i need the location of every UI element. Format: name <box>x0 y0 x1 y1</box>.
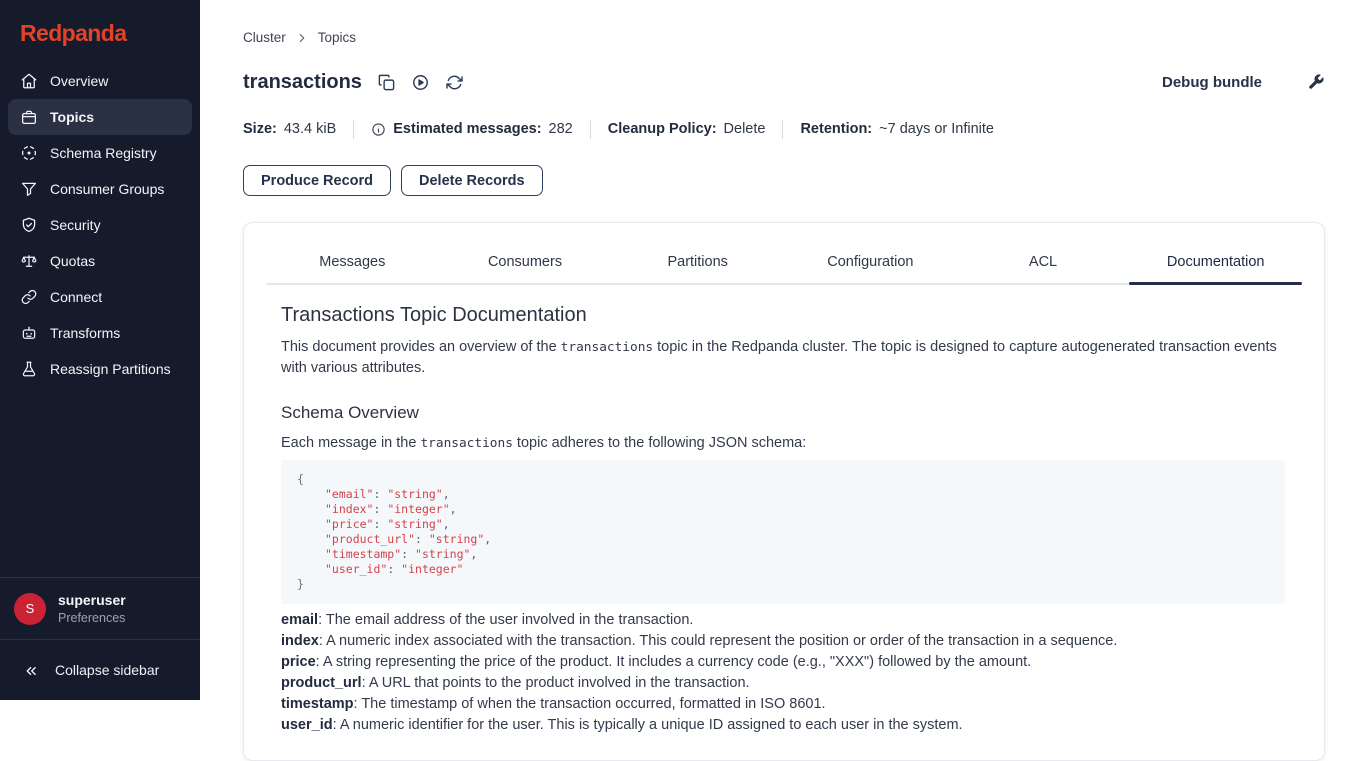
divider <box>353 120 354 139</box>
breadcrumb-cluster[interactable]: Cluster <box>243 30 286 45</box>
sidebar-item-transforms[interactable]: Transforms <box>8 315 192 351</box>
user-name: superuser <box>58 592 126 608</box>
field-row: price: A string representing the price o… <box>281 652 1285 673</box>
sidebar-item-label: Connect <box>50 289 102 305</box>
stat-retention: Retention: ~7 days or Infinite <box>800 121 994 137</box>
sidebar-item-label: Overview <box>50 73 108 89</box>
sidebar-item-overview[interactable]: Overview <box>8 63 192 99</box>
inline-code: transactions <box>420 436 512 451</box>
tab-acl[interactable]: ACL <box>957 243 1130 283</box>
collapse-sidebar-button[interactable]: Collapse sidebar <box>0 640 200 700</box>
sidebar-item-reassign-partitions[interactable]: Reassign Partitions <box>8 351 192 387</box>
stat-size: Size: 43.4 kiB <box>243 121 336 137</box>
inline-code: transactions <box>561 340 653 355</box>
chevron-right-icon <box>295 31 309 45</box>
breadcrumb: Cluster Topics <box>243 30 1325 45</box>
refresh-icon[interactable] <box>445 73 464 92</box>
sidebar-item-security[interactable]: Security <box>8 207 192 243</box>
copy-icon[interactable] <box>377 73 396 92</box>
documentation-panel: Transactions Topic Documentation This do… <box>244 285 1324 760</box>
schema-intro: Each message in the transactions topic a… <box>281 433 1285 454</box>
chevrons-left-icon <box>22 662 40 679</box>
shield-check-icon <box>20 216 38 234</box>
tab-partitions[interactable]: Partitions <box>611 243 784 283</box>
robot-icon <box>20 324 38 342</box>
field-row: user_id: A numeric identifier for the us… <box>281 715 1285 736</box>
topics-box-icon <box>20 108 38 126</box>
field-descriptions: email: The email address of the user inv… <box>281 610 1285 736</box>
play-circle-icon[interactable] <box>411 73 430 92</box>
wrench-icon[interactable] <box>1307 73 1325 91</box>
scales-icon <box>20 252 38 270</box>
schema-registry-icon <box>20 144 38 162</box>
redpanda-logo: Redpanda <box>0 0 200 47</box>
sidebar-item-label: Consumer Groups <box>50 181 164 197</box>
field-row: timestamp: The timestamp of when the tra… <box>281 694 1285 715</box>
preferences-link[interactable]: Preferences <box>58 611 126 625</box>
title-row: transactions Debug bundle <box>243 69 1325 95</box>
sidebar-item-quotas[interactable]: Quotas <box>8 243 192 279</box>
sidebar-item-connect[interactable]: Connect <box>8 279 192 315</box>
sidebar-item-consumer-groups[interactable]: Consumer Groups <box>8 171 192 207</box>
topic-stats: Size: 43.4 kiB Estimated messages: 282 C… <box>243 119 1325 139</box>
user-profile[interactable]: S superuser Preferences <box>0 578 200 639</box>
sidebar: Redpanda Overview Topics Schema Registry… <box>0 0 200 700</box>
field-row: email: The email address of the user inv… <box>281 610 1285 631</box>
sidebar-item-label: Topics <box>50 109 94 125</box>
schema-overview-heading: Schema Overview <box>281 401 1285 425</box>
sidebar-item-label: Schema Registry <box>50 145 157 161</box>
doc-title: Transactions Topic Documentation <box>281 301 1285 329</box>
field-row: product_url: A URL that points to the pr… <box>281 673 1285 694</box>
sidebar-item-schema-registry[interactable]: Schema Registry <box>8 135 192 171</box>
topic-detail-card: Messages Consumers Partitions Configurat… <box>243 222 1325 761</box>
tabs-bar: Messages Consumers Partitions Configurat… <box>266 243 1302 285</box>
tab-consumers[interactable]: Consumers <box>439 243 612 283</box>
main-content: Cluster Topics transactions Debug bundle… <box>200 30 1366 761</box>
sidebar-item-topics[interactable]: Topics <box>8 99 192 135</box>
avatar: S <box>14 593 46 625</box>
link-icon <box>20 288 38 306</box>
stat-estimated-messages: Estimated messages: 282 <box>371 121 573 137</box>
produce-record-button[interactable]: Produce Record <box>243 165 391 196</box>
sidebar-item-label: Reassign Partitions <box>50 361 171 377</box>
info-icon[interactable] <box>371 122 386 137</box>
stat-cleanup-policy: Cleanup Policy: Delete <box>608 121 766 137</box>
page-title: transactions <box>243 71 362 94</box>
home-icon <box>20 72 38 90</box>
flask-icon <box>20 360 38 378</box>
debug-bundle-link[interactable]: Debug bundle <box>1162 74 1262 91</box>
action-buttons: Produce Record Delete Records <box>243 165 1325 196</box>
tab-messages[interactable]: Messages <box>266 243 439 283</box>
tab-documentation[interactable]: Documentation <box>1129 243 1302 283</box>
doc-intro: This document provides an overview of th… <box>281 337 1285 379</box>
field-row: index: A numeric index associated with t… <box>281 631 1285 652</box>
collapse-sidebar-label: Collapse sidebar <box>55 662 159 678</box>
sidebar-item-label: Quotas <box>50 253 95 269</box>
sidebar-footer: S superuser Preferences Collapse sidebar <box>0 577 200 700</box>
delete-records-button[interactable]: Delete Records <box>401 165 543 196</box>
divider <box>782 120 783 139</box>
sidebar-item-label: Security <box>50 217 101 233</box>
sidebar-nav: Overview Topics Schema Registry Consumer… <box>0 47 200 387</box>
tab-configuration[interactable]: Configuration <box>784 243 957 283</box>
divider <box>590 120 591 139</box>
breadcrumb-topics[interactable]: Topics <box>318 30 356 45</box>
funnel-icon <box>20 180 38 198</box>
json-schema-code-block: { "email": "string", "index": "integer",… <box>281 460 1285 604</box>
sidebar-item-label: Transforms <box>50 325 120 341</box>
